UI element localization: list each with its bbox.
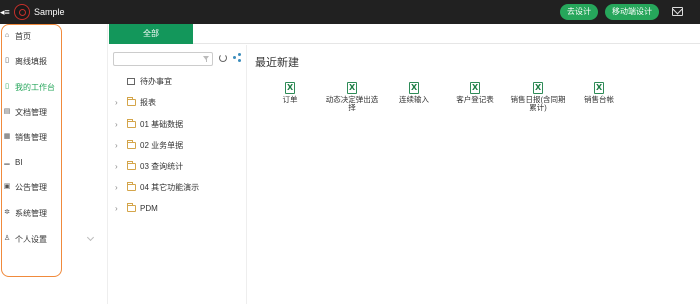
sidebar-item-label: 系统管理 bbox=[15, 208, 47, 218]
back-arrow-icon[interactable]: ◂≡ bbox=[0, 6, 12, 18]
sidebar-item-offline-fill[interactable]: ▯ 离线填报 bbox=[3, 53, 103, 69]
folder-icon bbox=[127, 118, 136, 128]
section-title: 最近新建 bbox=[255, 57, 299, 69]
user-icon: ♙ bbox=[3, 235, 11, 242]
tree-item-label: 01 基础数据 bbox=[140, 119, 184, 129]
quick-item-order[interactable]: 订单 bbox=[262, 82, 318, 104]
document-icon: ▯ bbox=[5, 83, 9, 90]
sidebar-item-label: 公告管理 bbox=[15, 182, 47, 192]
folder-icon bbox=[127, 96, 136, 106]
gear-icon: ✲ bbox=[4, 209, 10, 216]
home-icon: ⌂ bbox=[4, 32, 10, 39]
tree-item[interactable]: › 02 业务单据 bbox=[115, 138, 183, 152]
quick-item-dynamic-popup[interactable]: 动态决定弹出选择 bbox=[324, 82, 380, 112]
sidebar-item-workbench[interactable]: ▯ 我的工作台 bbox=[3, 79, 103, 95]
sidebar-item-documents[interactable]: ▤ 文档管理 bbox=[3, 104, 103, 120]
quick-item-label: 销售日报(含同期累计) bbox=[510, 95, 566, 112]
tab-bar: 全部 bbox=[109, 24, 700, 44]
tree-item-todo[interactable]: 待办事宜 bbox=[115, 74, 172, 88]
quick-item-sales-daily[interactable]: 销售日报(含同期累计) bbox=[510, 82, 566, 112]
excel-icon bbox=[409, 82, 419, 94]
folder-icon bbox=[127, 202, 136, 212]
tree-item-label: 02 业务单据 bbox=[140, 140, 184, 150]
chevron-right-icon[interactable]: › bbox=[115, 141, 123, 150]
app-title: Sample bbox=[34, 7, 65, 17]
inbox-icon bbox=[127, 77, 135, 85]
excel-icon bbox=[285, 82, 295, 94]
search-input[interactable] bbox=[113, 52, 213, 66]
notice-icon: ▣ bbox=[3, 183, 11, 190]
sidebar: ⌂ 首页 ▯ 离线填报 ▯ 我的工作台 ▤ 文档管理 ▦ 销售管理 ▁ BI ▣… bbox=[0, 24, 108, 304]
tree-item[interactable]: › 04 其它功能演示 bbox=[115, 180, 199, 194]
tree-item[interactable]: › 01 基础数据 bbox=[115, 117, 183, 131]
refresh-icon[interactable] bbox=[219, 54, 227, 62]
share-icon[interactable] bbox=[233, 53, 242, 62]
tree-item[interactable]: › 03 查询统计 bbox=[115, 159, 183, 173]
quick-item-sales-ledger[interactable]: 销售台帐 bbox=[571, 82, 627, 104]
quick-item-label: 订单 bbox=[282, 95, 298, 104]
quick-item-label: 连续输入 bbox=[399, 95, 429, 104]
excel-icon bbox=[347, 82, 357, 94]
document-icon: ▯ bbox=[5, 57, 9, 64]
excel-icon bbox=[470, 82, 480, 94]
quick-item-customer-register[interactable]: 客户登记表 bbox=[447, 82, 503, 104]
bar-chart-icon: ▁ bbox=[4, 158, 10, 165]
chevron-down-icon[interactable] bbox=[86, 233, 95, 242]
folder-icon bbox=[127, 181, 136, 191]
chevron-right-icon[interactable]: › bbox=[115, 98, 123, 107]
chevron-right-icon[interactable]: › bbox=[115, 162, 123, 171]
tree-item[interactable]: › PDM bbox=[115, 201, 158, 215]
chevron-right-icon[interactable]: › bbox=[115, 120, 123, 129]
folder-icon bbox=[127, 160, 136, 170]
design-button[interactable]: 去设计 bbox=[560, 4, 598, 20]
mail-icon[interactable] bbox=[672, 7, 683, 16]
chevron-right-icon[interactable]: › bbox=[115, 183, 123, 192]
excel-icon bbox=[533, 82, 543, 94]
top-bar: ◂≡ Sample 去设计 移动端设计 bbox=[0, 0, 700, 24]
excel-icon bbox=[594, 82, 604, 94]
main-content: 最近新建 订单 动态决定弹出选择 连续输入 客户登记表 销售日报(含同期累计) … bbox=[248, 45, 700, 304]
sidebar-item-label: 我的工作台 bbox=[15, 82, 55, 92]
sidebar-item-personal[interactable]: ♙ 个人设置 bbox=[3, 231, 103, 247]
sidebar-item-label: 离线填报 bbox=[15, 56, 47, 66]
tree-item-label: 待办事宜 bbox=[140, 76, 172, 86]
quick-item-label: 客户登记表 bbox=[456, 95, 494, 104]
tab-all[interactable]: 全部 bbox=[109, 24, 193, 44]
quick-item-label: 动态决定弹出选择 bbox=[325, 95, 379, 112]
folder-doc-icon: ▤ bbox=[3, 108, 11, 115]
sidebar-item-notices[interactable]: ▣ 公告管理 bbox=[3, 179, 103, 195]
tree-item-label: 报表 bbox=[140, 97, 156, 107]
mobile-design-button[interactable]: 移动端设计 bbox=[605, 4, 659, 20]
sidebar-item-home[interactable]: ⌂ 首页 bbox=[3, 28, 103, 44]
sidebar-item-label: 首页 bbox=[15, 31, 31, 41]
tree-panel: 待办事宜 › 报表 › 01 基础数据 › 02 业务单据 › 03 查询统计 … bbox=[109, 45, 247, 304]
sidebar-item-label: 销售管理 bbox=[15, 132, 47, 142]
folder-icon bbox=[127, 139, 136, 149]
quick-item-label: 销售台帐 bbox=[584, 95, 614, 104]
tree-item[interactable]: › 报表 bbox=[115, 95, 156, 109]
app-logo[interactable] bbox=[14, 4, 30, 20]
tree-item-label: 04 其它功能演示 bbox=[140, 182, 200, 192]
sidebar-item-sales[interactable]: ▦ 销售管理 bbox=[3, 129, 103, 145]
quick-item-continuous-input[interactable]: 连续输入 bbox=[386, 82, 442, 104]
tree-item-label: PDM bbox=[140, 203, 158, 213]
sidebar-item-bi[interactable]: ▁ BI bbox=[3, 154, 103, 170]
cart-icon: ▦ bbox=[3, 133, 11, 140]
chevron-right-icon[interactable]: › bbox=[115, 204, 123, 213]
sidebar-item-label: 个人设置 bbox=[15, 234, 47, 244]
tree-item-label: 03 查询统计 bbox=[140, 161, 184, 171]
filter-icon[interactable] bbox=[203, 56, 209, 62]
sidebar-item-label: BI bbox=[15, 157, 23, 167]
sidebar-item-label: 文档管理 bbox=[15, 107, 47, 117]
sidebar-item-system[interactable]: ✲ 系统管理 bbox=[3, 205, 103, 221]
